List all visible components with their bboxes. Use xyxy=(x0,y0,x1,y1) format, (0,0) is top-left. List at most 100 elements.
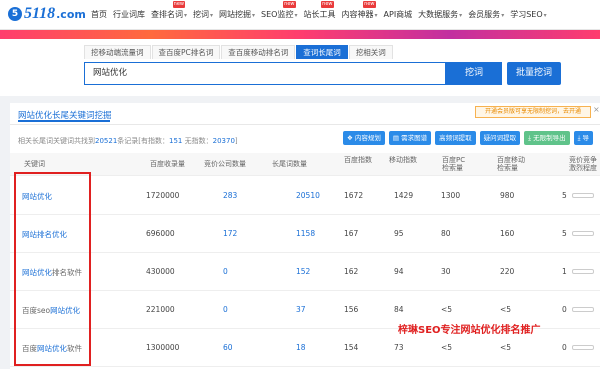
action-button[interactable]: 高频词提取 xyxy=(435,131,476,145)
nav-item[interactable]: 大数据服务 xyxy=(418,9,462,20)
column-header[interactable]: 长尾词数量 xyxy=(272,160,307,168)
nav-item[interactable]: 查排名词 new xyxy=(151,1,187,20)
cell-longtail[interactable]: 18 xyxy=(296,343,306,352)
nav-item[interactable]: 站长工具 new xyxy=(304,1,336,20)
nav-item[interactable]: 挖词 xyxy=(193,9,213,20)
search-tab[interactable]: 查词长尾词 xyxy=(296,45,348,59)
nav-item[interactable]: 会员服务 xyxy=(468,9,504,20)
nav-item[interactable]: 网站挖掘 xyxy=(219,9,255,20)
search-input[interactable]: 网站优化 xyxy=(84,62,446,85)
cell-bdi: 162 xyxy=(344,267,359,276)
cell-mi: 73 xyxy=(394,343,404,352)
cell-bdi: 1672 xyxy=(344,191,364,200)
nav-item-label: 查排名词 xyxy=(151,10,183,19)
search-tab[interactable]: 查百度PC排名词 xyxy=(151,45,221,59)
cell-mob: <5 xyxy=(500,343,512,352)
action-label: 无限制导出 xyxy=(533,134,566,142)
column-header[interactable]: 百度收录量 xyxy=(150,160,185,168)
batch-search-button[interactable]: 批量挖词 xyxy=(507,62,561,85)
cell-comp: 1 xyxy=(562,267,567,276)
column-header[interactable]: 百度指数 xyxy=(344,156,374,164)
cell-longtail[interactable]: 37 xyxy=(296,305,306,314)
cell-pc: 80 xyxy=(441,229,451,238)
cell-mi: 94 xyxy=(394,267,404,276)
cell-bid[interactable]: 283 xyxy=(223,191,237,200)
competition-bar xyxy=(572,231,594,236)
search-tab[interactable]: 挖移动端流量词 xyxy=(84,45,151,59)
site-logo[interactable]: 5 5118 .com xyxy=(8,4,86,24)
logo-domain: .com xyxy=(56,7,86,21)
cell-longtail[interactable]: 152 xyxy=(296,267,310,276)
cell-comp: 5 xyxy=(562,229,567,238)
action-label: 导 xyxy=(582,134,590,142)
nav-item-label: 首页 xyxy=(91,10,107,19)
nav-item[interactable]: SEO监控 new xyxy=(261,1,297,20)
main-nav: 首页行业词库查排名词 new 挖词网站挖掘 SEO监控 new 站长工具 new 内容神器 ne… xyxy=(91,1,553,20)
nav-item-label: 大数据服务 xyxy=(418,10,459,19)
action-button[interactable]: ⤓ 无限制导出 xyxy=(524,131,570,145)
cell-bid[interactable]: 60 xyxy=(223,343,233,352)
upgrade-notice[interactable]: 开通会员版可享无限制挖词，去开通 xyxy=(475,106,591,118)
search-tab[interactable]: 挖相关词 xyxy=(348,45,393,59)
logo-mark: 5 xyxy=(8,7,22,21)
cell-pc: <5 xyxy=(441,305,453,314)
table-row: 网站优化排名软件 430000 0 152 162 94 30 220 1 xyxy=(10,253,600,291)
cell-longtail[interactable]: 20510 xyxy=(296,191,320,200)
action-button[interactable]: ❖ 内容规划 xyxy=(343,131,385,145)
summary-noindex: 20370 xyxy=(212,137,235,145)
action-toolbar: ❖ 内容规划 ▤ 需求图谱 高频词提取 疑问词提取 ⤓ 无限制导出 ⤓ 导 xyxy=(343,131,594,145)
nav-item-label: 内容神器 xyxy=(341,10,374,19)
action-button[interactable]: ⤓ 导 xyxy=(573,131,594,145)
cell-indexed: 1720000 xyxy=(146,191,180,200)
nav-item[interactable]: 学习SEO xyxy=(510,9,546,20)
column-header[interactable]: 竞价竞争激烈程度 xyxy=(569,156,599,172)
cell-bid[interactable]: 172 xyxy=(223,229,237,238)
cell-bid[interactable]: 0 xyxy=(223,267,228,276)
cell-mi: 1429 xyxy=(394,191,414,200)
cell-pc: <5 xyxy=(441,343,453,352)
cell-mi: 95 xyxy=(394,229,404,238)
column-header[interactable]: 百度PC检索量 xyxy=(442,156,472,172)
nav-item-label: API商城 xyxy=(383,10,413,19)
summary-prefix: 相关长尾词关键词共找到 xyxy=(18,137,95,145)
cell-indexed: 696000 xyxy=(146,229,175,238)
column-header[interactable]: 百度移动检索量 xyxy=(497,156,527,172)
action-label: 内容规划 xyxy=(354,134,381,142)
search-button[interactable]: 挖词 xyxy=(446,62,502,85)
cell-bdi: 156 xyxy=(344,305,359,314)
column-header[interactable]: 移动指数 xyxy=(389,156,419,164)
action-icon: ▤ xyxy=(392,134,402,142)
nav-item-label: 会员服务 xyxy=(468,10,501,19)
logo-text: 5118 xyxy=(24,5,56,22)
summary-count: 20521 xyxy=(95,137,118,145)
highlight-box xyxy=(14,172,91,366)
summary-mid2: 无指数： xyxy=(182,137,213,145)
result-summary: 相关长尾词关键词共找到20521条记录[有指数：151 无指数：20370] xyxy=(18,136,238,146)
summary-indexed: 151 xyxy=(169,137,183,145)
cell-mob: 160 xyxy=(500,229,515,238)
cell-longtail[interactable]: 1158 xyxy=(296,229,315,238)
action-button[interactable]: 疑问词提取 xyxy=(479,131,521,145)
search-tabs: 挖移动端流量词 查百度PC排名词 查百度移动排名词 查词长尾词 挖相关词 xyxy=(84,45,394,59)
column-header[interactable]: 竞价公司数量 xyxy=(204,160,246,168)
column-header[interactable]: 关键词 xyxy=(24,160,45,168)
competition-bar xyxy=(572,269,594,274)
competition-bar xyxy=(572,307,594,312)
nav-item[interactable]: 首页 xyxy=(91,9,107,20)
action-button[interactable]: ▤ 需求图谱 xyxy=(388,131,432,145)
action-label: 需求图谱 xyxy=(401,134,428,142)
cell-mi: 84 xyxy=(394,305,404,314)
cell-bid[interactable]: 0 xyxy=(223,305,228,314)
table-row: 网站排名优化 696000 172 1158 167 95 80 160 5 xyxy=(10,215,600,253)
nav-item[interactable]: API商城 xyxy=(384,9,413,20)
new-badge: new xyxy=(321,1,334,8)
cell-comp: 0 xyxy=(562,305,567,314)
summary-mid: 条记录[有指数： xyxy=(117,137,170,145)
search-tab[interactable]: 查百度移动排名词 xyxy=(221,45,296,59)
cell-mob: <5 xyxy=(500,305,512,314)
promo-banner[interactable] xyxy=(0,30,600,39)
close-icon[interactable]: × xyxy=(593,105,600,114)
nav-item[interactable]: 内容神器 new xyxy=(341,1,378,20)
action-icon: ❖ xyxy=(347,134,355,142)
nav-item[interactable]: 行业词库 xyxy=(113,9,145,20)
